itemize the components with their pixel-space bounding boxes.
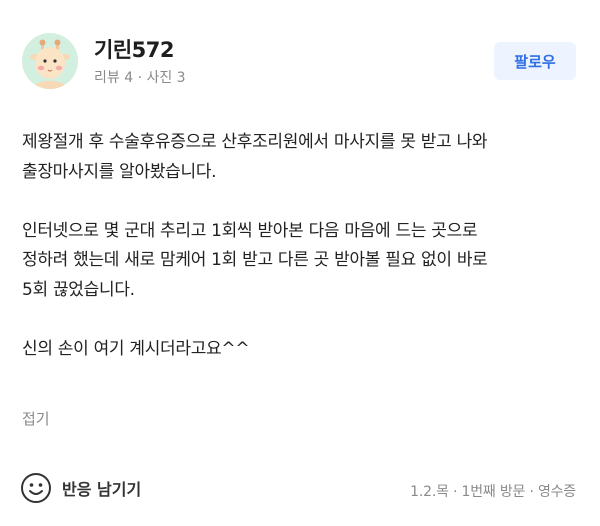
- review-line: 5회 끊었습니다.: [22, 279, 135, 300]
- follow-button[interactable]: 팔로우: [494, 42, 576, 80]
- avatar[interactable]: [22, 33, 78, 89]
- visit-info: 1.2.목 · 1번째 방문 · 영수증: [410, 484, 576, 500]
- leave-reaction-label: 반응 남기기: [62, 480, 142, 499]
- review-paragraph: 제왕절개 후 수술후유증으로 산후조리원에서 마사지를 못 받고 나와 출장마사…: [22, 128, 582, 187]
- giraffe-avatar-icon: [22, 33, 78, 89]
- leave-reaction-button[interactable]: 반응 남기기: [20, 472, 141, 504]
- review-line: 인터넷으로 몇 군대 추리고 1회씩 받아본 다음 마음에 드는 곳으로: [22, 220, 478, 241]
- review-paragraph: 인터넷으로 몇 군대 추리고 1회씩 받아본 다음 마음에 드는 곳으로 정하려…: [22, 217, 582, 306]
- smiley-icon: [21, 473, 51, 503]
- review-line: 제왕절개 후 수술후유증으로 산후조리원에서 마사지를 못 받고 나와: [22, 132, 488, 152]
- review-line: 정하려 했는데 새로 맘케어 1회 받고 다른 곳 받아볼 필요 없이 바로: [22, 250, 488, 270]
- review-line: 신의 손이 여기 계시더라고요^^: [22, 338, 250, 359]
- review-photo-count: 리뷰 4 · 사진 3: [94, 70, 186, 86]
- review-paragraph: 신의 손이 여기 계시더라고요^^: [22, 335, 582, 365]
- review-text: 제왕절개 후 수술후유증으로 산후조리원에서 마사지를 못 받고 나와 출장마사…: [22, 128, 582, 364]
- review-line: 출장마사지를 알아봤습니다.: [22, 161, 217, 182]
- collapse-button[interactable]: 접기: [22, 408, 50, 429]
- username[interactable]: 기린572: [94, 34, 174, 64]
